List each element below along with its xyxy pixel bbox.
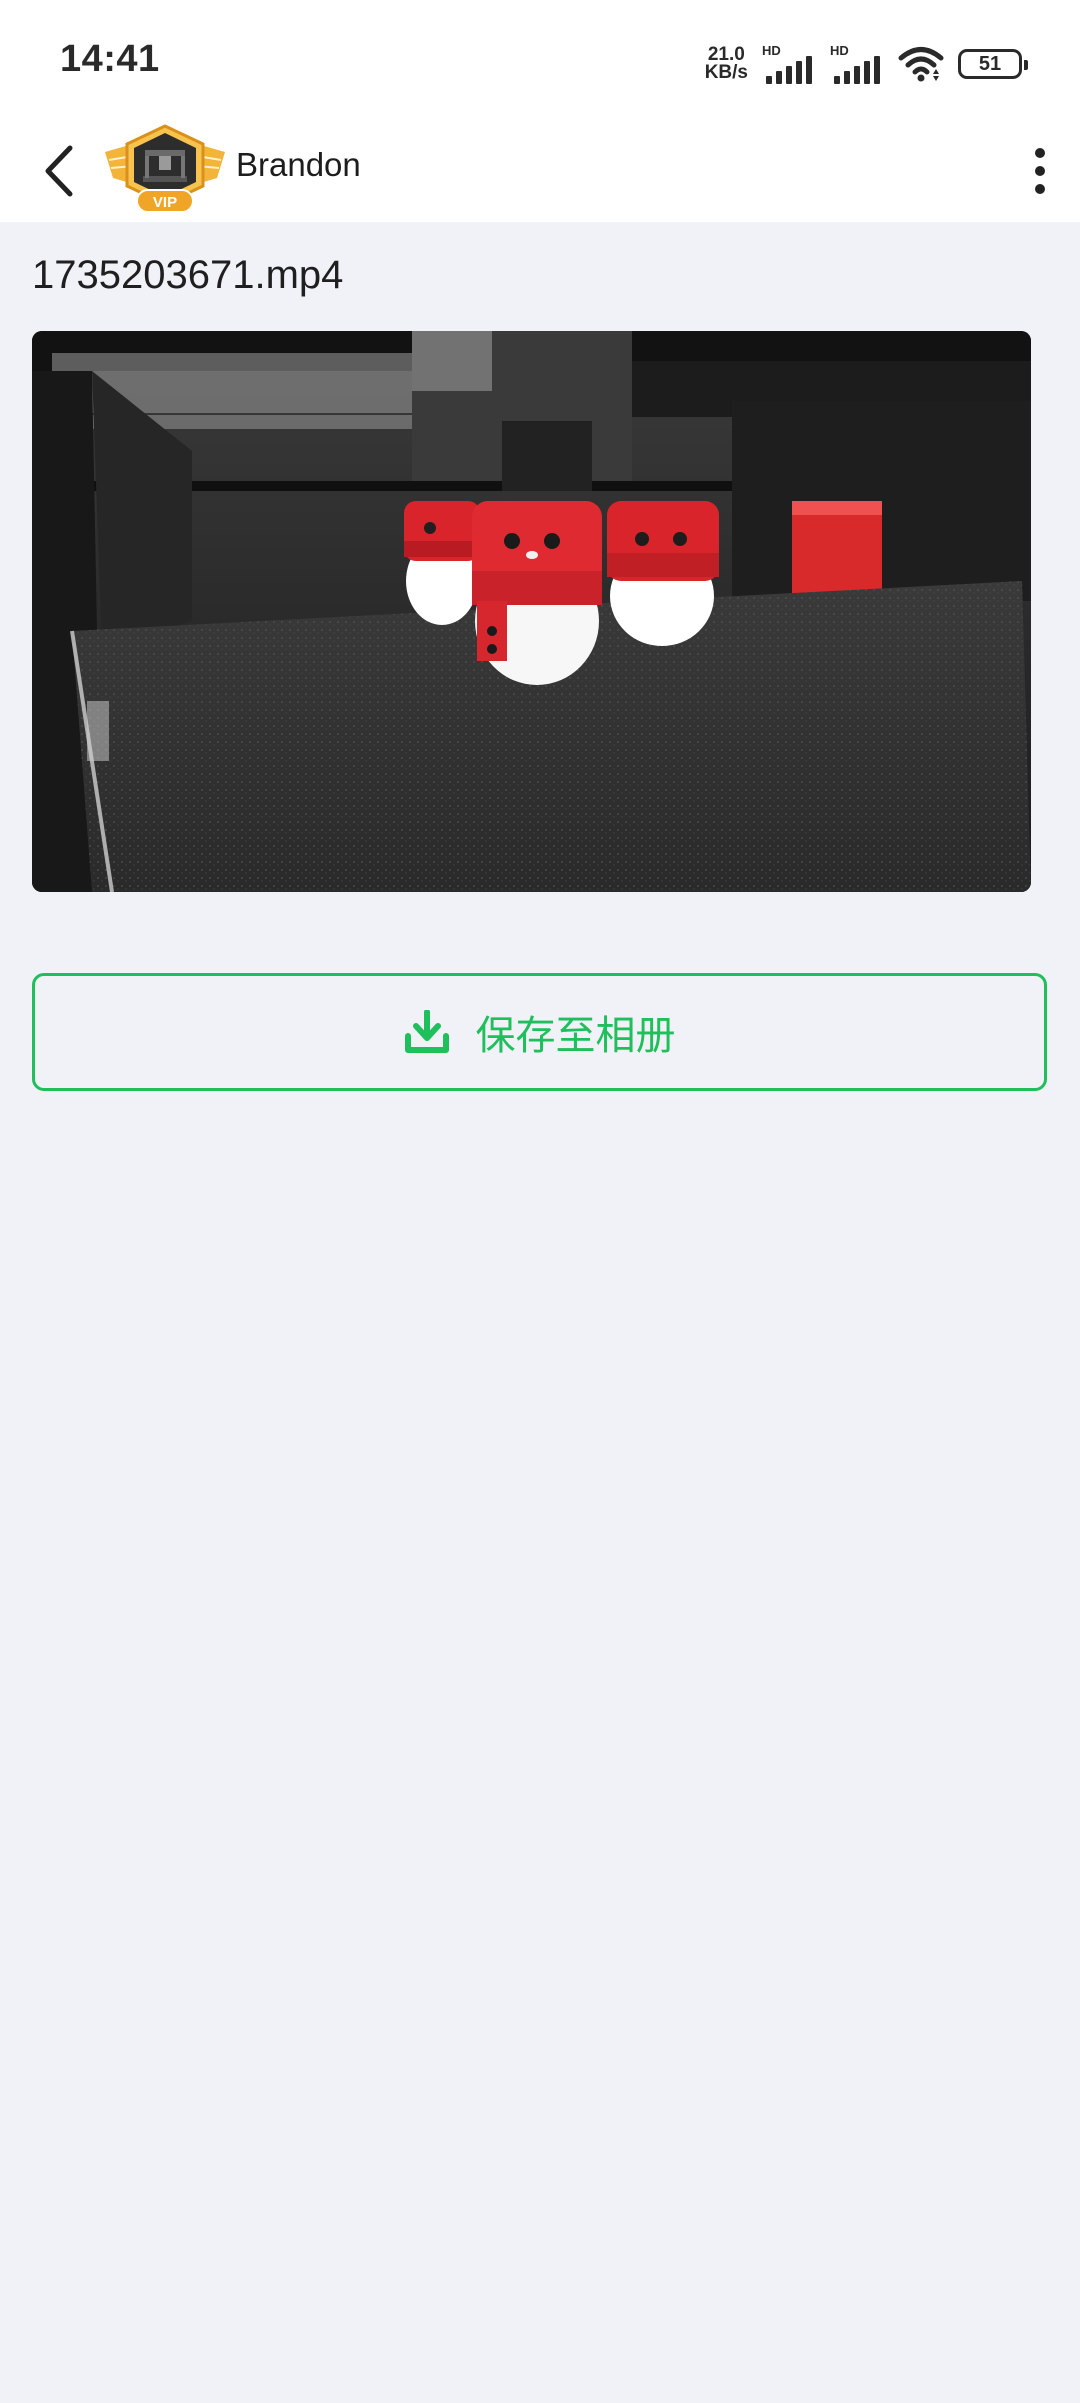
network-speed-unit: KB/s — [704, 62, 748, 83]
battery-level: 51 — [978, 52, 1002, 75]
download-icon — [404, 1010, 449, 1053]
vip-badge-label: VIP — [153, 194, 177, 211]
file-name: 1735203671.mp4 — [32, 253, 344, 297]
video-preview[interactable] — [32, 331, 1031, 892]
save-to-album-label: 保存至相册 — [475, 1013, 676, 1059]
status-icons: 21.0 KB/s HD HD 51 — [704, 40, 1028, 88]
more-dot — [1035, 184, 1045, 194]
back-button[interactable] — [30, 136, 86, 206]
wifi-icon — [898, 47, 944, 82]
battery-icon: 51 — [958, 49, 1028, 79]
chevron-left-icon — [45, 145, 73, 197]
video-thumbnail — [32, 331, 1031, 892]
avatar[interactable]: VIP — [103, 120, 227, 216]
user-name: Brandon — [236, 146, 361, 183]
more-dot — [1035, 148, 1045, 158]
cellular-signal-2-icon: HD — [830, 44, 888, 84]
network-speed: 21.0 KB/s — [704, 45, 748, 83]
vip-badge-icon: VIP — [105, 124, 225, 213]
cellular-signal-1-icon: HD — [762, 44, 820, 84]
app-header: VIP Brandon — [0, 120, 1080, 222]
status-time: 14:41 — [60, 38, 160, 80]
save-to-album-button[interactable]: 保存至相册 — [32, 973, 1047, 1091]
status-bar: 14:41 21.0 KB/s HD HD 51 — [0, 0, 1080, 120]
more-options-button[interactable] — [1014, 136, 1066, 206]
more-dot — [1035, 166, 1045, 176]
